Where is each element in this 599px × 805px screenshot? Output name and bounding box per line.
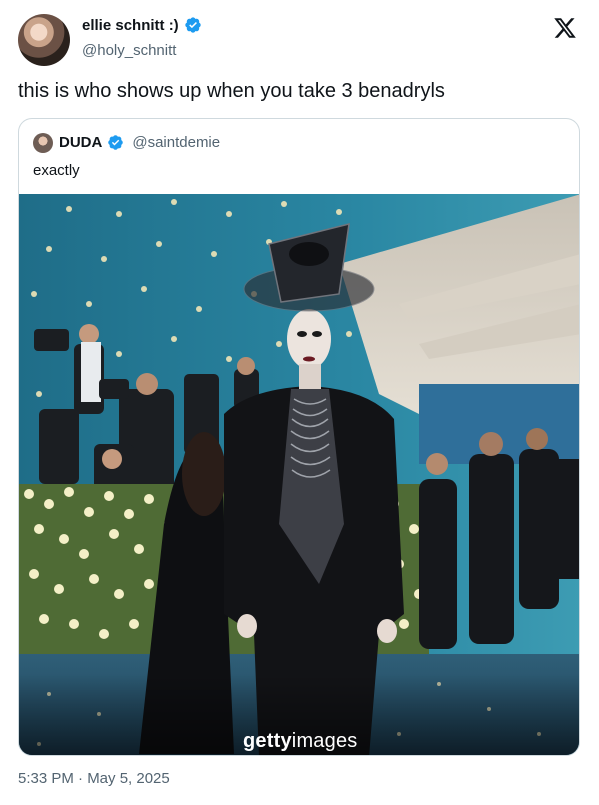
author-display-name[interactable]: ellie schnitt :): [82, 17, 179, 34]
quoted-handle[interactable]: @saintdemie: [132, 134, 220, 151]
getty-watermark: gettyimages: [243, 730, 358, 752]
quoted-author-avatar[interactable]: [33, 133, 53, 153]
tweet-card: ellie schnitt :) @holy_schnitt this is w…: [0, 0, 599, 805]
verified-badge-icon: [108, 135, 124, 150]
verified-badge-icon: [185, 17, 201, 33]
author-avatar[interactable]: [18, 14, 70, 66]
event-photo: [19, 194, 579, 755]
author-name-row: ellie schnitt :): [82, 16, 202, 34]
author-handle[interactable]: @holy_schnitt: [82, 42, 176, 59]
quoted-display-name[interactable]: DUDA: [59, 134, 102, 151]
quoted-author-row: DUDA @saintdemie: [59, 134, 220, 151]
tweet-timestamp[interactable]: 5:33 PM · May 5, 2025: [18, 770, 170, 787]
x-logo-icon[interactable]: [553, 16, 577, 40]
quoted-tweet-text: exactly: [33, 162, 80, 179]
quoted-tweet[interactable]: DUDA @saintdemie exactly gettyimages: [18, 118, 580, 756]
quoted-tweet-photo[interactable]: gettyimages: [19, 194, 579, 755]
tweet-text: this is who shows up when you take 3 ben…: [18, 80, 445, 102]
